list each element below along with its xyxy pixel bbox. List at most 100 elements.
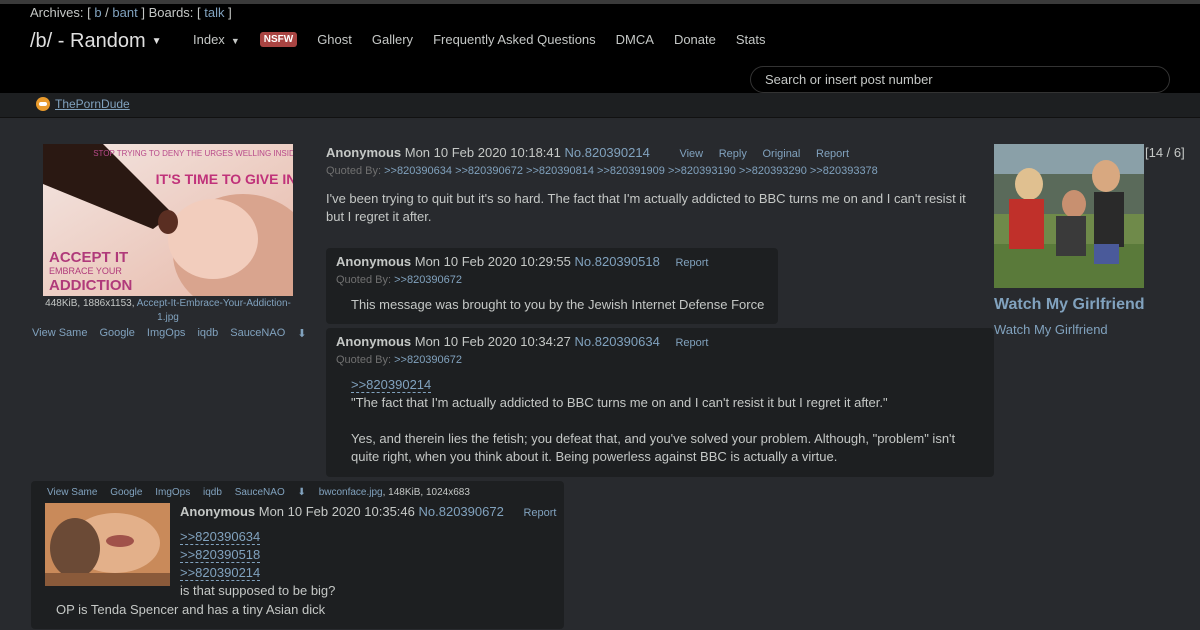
sponsor-logo-icon [36, 97, 50, 111]
reply3-post-number[interactable]: No.820390672 [419, 504, 504, 519]
op-author-name: Anonymous [326, 145, 402, 160]
reply1-report-button[interactable]: Report [675, 257, 708, 269]
op-imgops-link[interactable]: ImgOps [147, 327, 186, 340]
reply3-line2: OP is Tenda Spencer and has a tiny Asian… [56, 602, 326, 617]
op-date: Mon 10 Feb 2020 10:18:41 [404, 145, 561, 160]
op-post-header: Anonymous Mon 10 Feb 2020 10:18:41 No.82… [326, 145, 849, 160]
reply3-quote-link[interactable]: >>820390214 [180, 565, 261, 581]
reply2-quoted-by: Quoted By: >>820390672 [336, 354, 462, 366]
op-image-tools: View Same Google ImgOps iqdb SauceNAO ⬇ [32, 327, 318, 340]
reply1-author-name: Anonymous [336, 254, 412, 269]
reply2-author-name: Anonymous [336, 334, 412, 349]
reply2-header: Anonymous Mon 10 Feb 2020 10:34:27 No.82… [336, 334, 708, 349]
boards-label: Boards: [ [148, 5, 201, 20]
reply3-file-meta: , 148KiB, 1024x683 [382, 487, 470, 498]
sponsor-bar: ThePornDude [0, 93, 1200, 118]
op-post-text: I've been trying to quit but it's so har… [326, 191, 966, 224]
download-icon[interactable]: ⬇ [298, 487, 306, 498]
reply2-text: >>820390214 "The fact that I'm actually … [351, 376, 976, 466]
reply2-line1: "The fact that I'm actually addicted to … [351, 395, 888, 410]
ad-subtitle-link[interactable]: Watch My Girlfriend [994, 322, 1108, 337]
op-view-button[interactable]: View [679, 148, 703, 160]
archive-link-bant[interactable]: bant [112, 5, 137, 20]
op-iqdb-link[interactable]: iqdb [197, 327, 218, 340]
op-file-meta: 448KiB, 1886x1153, [45, 298, 135, 309]
reply3-image-tools: View Same Google ImgOps iqdb SauceNAO ⬇ … [47, 487, 470, 498]
chevron-down-icon: ▼ [151, 36, 162, 48]
reply3-thumbnail[interactable] [45, 503, 170, 586]
nav-stats[interactable]: Stats [736, 32, 766, 47]
archives-separator: / [105, 5, 109, 20]
board-title: /b/ - Random [30, 30, 146, 52]
op-image-text-bottom2: EMBRACE YOUR [49, 266, 122, 276]
reply2-report-button[interactable]: Report [675, 337, 708, 349]
reply1-quoted-by-label: Quoted By: [336, 274, 392, 286]
archive-link-b[interactable]: b [94, 5, 101, 20]
board-link-talk[interactable]: talk [204, 5, 224, 20]
reply2-quote-link[interactable]: >>820390214 [351, 377, 432, 393]
op-saucenao-link[interactable]: SauceNAO [230, 327, 285, 340]
nav-dmca[interactable]: DMCA [616, 32, 654, 47]
reply3-quote-link[interactable]: >>820390518 [180, 547, 261, 563]
reply1-text: This message was brought to you by the J… [351, 297, 765, 312]
ad-banner-image[interactable] [994, 144, 1144, 288]
archives-close: ] [141, 5, 145, 20]
archives-boards-line: Archives: [ b / bant ] Boards: [ talk ] [30, 5, 232, 20]
reply3-view-same-link[interactable]: View Same [47, 487, 97, 498]
op-reply-button[interactable]: Reply [719, 148, 747, 160]
download-icon[interactable]: ⬇ [297, 327, 306, 340]
chevron-down-icon: ▼ [230, 36, 240, 46]
reply3-quote-link[interactable]: >>820390634 [180, 529, 261, 545]
reply2-quoted-by-label: Quoted By: [336, 354, 392, 366]
reply3-line1: is that supposed to be big? [180, 583, 336, 598]
op-report-button[interactable]: Report [816, 148, 849, 160]
reply3-report-button[interactable]: Report [523, 507, 556, 519]
reply3-author-name: Anonymous [180, 504, 256, 519]
op-image-text-top: STOP TRYING TO DENY THE URGES WELLING IN… [93, 149, 293, 158]
reply2-quoted-by-link[interactable]: >>820390672 [394, 354, 462, 366]
nsfw-badge: NSFW [259, 32, 298, 47]
nav-gallery[interactable]: Gallery [372, 32, 413, 47]
op-image-text-bottom3: ADDICTION [49, 277, 132, 294]
ad-title-link[interactable]: Watch My Girlfriend [994, 296, 1145, 314]
search-input[interactable]: Search or insert post number [750, 66, 1170, 93]
reply3-saucenao-link[interactable]: SauceNAO [235, 487, 285, 498]
op-thumbnail[interactable]: STOP TRYING TO DENY THE URGES WELLING IN… [43, 144, 293, 296]
op-quoted-by-links[interactable]: >>820390634 >>820390672 >>820390814 >>82… [384, 165, 878, 177]
boards-close: ] [228, 5, 232, 20]
op-original-button[interactable]: Original [762, 148, 800, 160]
reply3-iqdb-link[interactable]: iqdb [203, 487, 222, 498]
reply2-post-number[interactable]: No.820390634 [575, 334, 660, 349]
reply1-post-number[interactable]: No.820390518 [575, 254, 660, 269]
reply3-date: Mon 10 Feb 2020 10:35:46 [258, 504, 415, 519]
reply3-header: Anonymous Mon 10 Feb 2020 10:35:46 No.82… [180, 504, 556, 519]
op-file-info: 448KiB, 1886x1153, Accept-It-Embrace-You… [42, 297, 294, 325]
reply3-google-link[interactable]: Google [110, 487, 142, 498]
op-file-name-link[interactable]: Accept-It-Embrace-Your-Addiction-1.jpg [137, 298, 291, 323]
main-nav: Index ▼ NSFW Ghost Gallery Frequently Ask… [193, 32, 785, 47]
ad-counter: [14 / 6] [1145, 145, 1185, 160]
reply1-header: Anonymous Mon 10 Feb 2020 10:29:55 No.82… [336, 254, 708, 269]
sponsor-link[interactable]: ThePornDude [55, 97, 130, 111]
sponsor-link-wrap: ThePornDude [36, 97, 130, 111]
archives-label: Archives: [ [30, 5, 91, 20]
top-navbar: Archives: [ b / bant ] Boards: [ talk ] … [0, 0, 1200, 93]
reply3-quotes: >>820390634 >>820390518 >>820390214 is t… [180, 528, 335, 600]
nav-index-label: Index [193, 32, 225, 47]
reply1-date: Mon 10 Feb 2020 10:29:55 [414, 254, 571, 269]
reply1-quoted-by: Quoted By: >>820390672 [336, 274, 462, 286]
reply3-imgops-link[interactable]: ImgOps [155, 487, 190, 498]
nav-ghost[interactable]: Ghost [317, 32, 352, 47]
reply1-quoted-by-link[interactable]: >>820390672 [394, 274, 462, 286]
op-google-link[interactable]: Google [99, 327, 134, 340]
nav-index-dropdown[interactable]: Index ▼ [193, 32, 240, 47]
nav-faq[interactable]: Frequently Asked Questions [433, 32, 596, 47]
reply2-date: Mon 10 Feb 2020 10:34:27 [414, 334, 571, 349]
nav-donate[interactable]: Donate [674, 32, 716, 47]
op-post-number[interactable]: No.820390214 [565, 145, 650, 160]
board-title-dropdown[interactable]: /b/ - Random ▼ [30, 30, 162, 53]
op-image-text-big: IT'S TIME TO GIVE IN [156, 171, 293, 187]
op-view-same-link[interactable]: View Same [32, 327, 87, 340]
reply3-file-name-link[interactable]: bwconface.jpg [319, 487, 383, 498]
op-quoted-by-label: Quoted By: [326, 165, 382, 177]
